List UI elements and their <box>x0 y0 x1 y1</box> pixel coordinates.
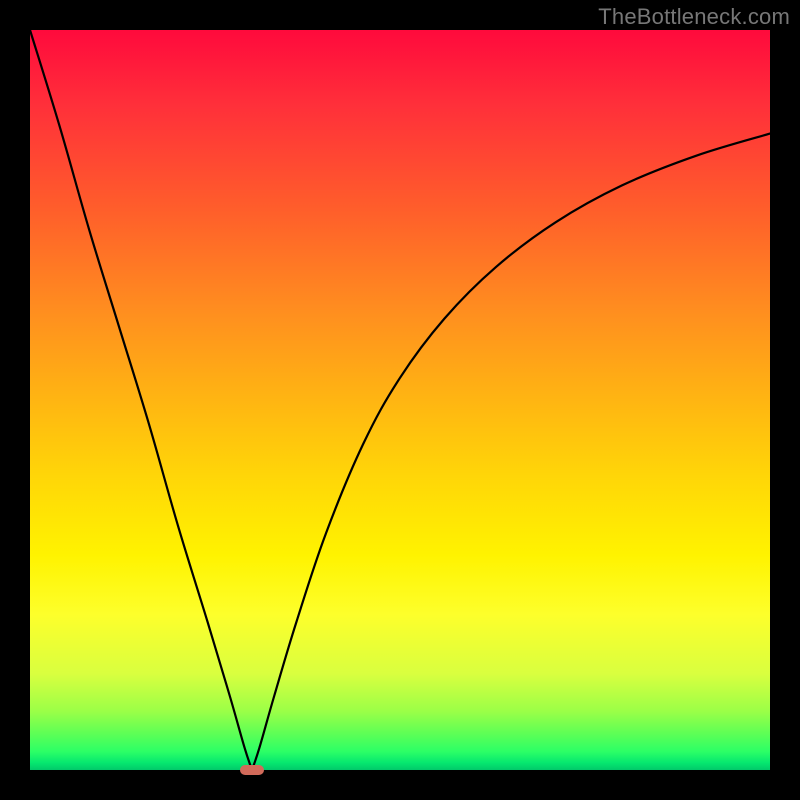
minimum-marker <box>240 765 264 775</box>
plot-area <box>30 30 770 770</box>
curve-svg <box>30 30 770 770</box>
watermark-text: TheBottleneck.com <box>598 4 790 30</box>
curve-left-branch <box>30 30 252 770</box>
chart-frame: TheBottleneck.com <box>0 0 800 800</box>
curve-right-branch <box>252 134 770 770</box>
